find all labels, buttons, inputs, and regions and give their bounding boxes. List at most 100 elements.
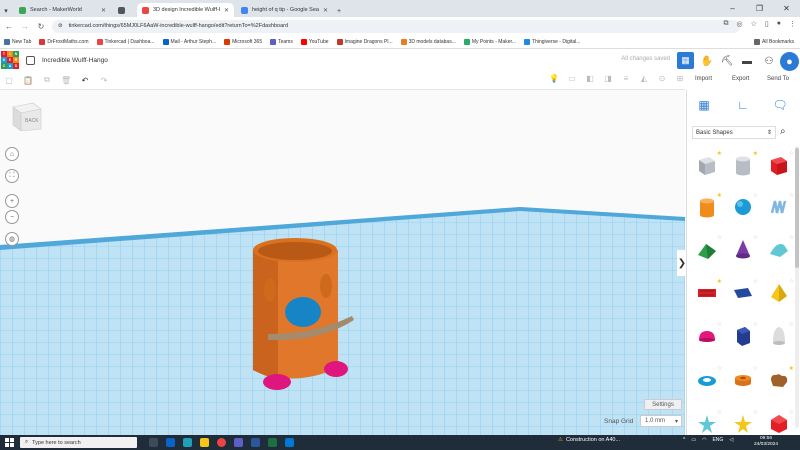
maximize-icon[interactable]: ❐ — [746, 0, 773, 17]
undo-icon[interactable]: ↶ — [80, 76, 90, 85]
shape-heart[interactable]: ★ — [766, 365, 794, 393]
user-avatar[interactable]: ● — [780, 52, 799, 71]
note-icon[interactable]: ▭ — [567, 74, 577, 83]
forward-icon[interactable]: → — [20, 22, 30, 31]
shape-shape-generator[interactable]: ☆ — [730, 278, 758, 306]
shape-text[interactable]: ★ — [694, 278, 722, 306]
duplicate-icon[interactable]: ⧉ — [42, 75, 52, 85]
tab-search-icon[interactable]: ▾ — [0, 5, 12, 17]
star-icon[interactable]: ☆ — [789, 321, 794, 328]
outlook-app-icon[interactable] — [166, 438, 175, 447]
url-field[interactable]: ⊜ tinkercad.com/things/65MJ0LF6AaW-incre… — [52, 19, 740, 33]
bookmark-item[interactable]: Microsoft 365 — [224, 38, 262, 45]
star-icon[interactable]: ★ — [717, 192, 722, 199]
ortho-view-icon[interactable]: ◍ — [5, 232, 19, 246]
outlook2-app-icon[interactable] — [285, 438, 294, 447]
shape-roof[interactable]: ☆ — [694, 235, 722, 262]
design-menu-icon[interactable] — [26, 55, 35, 65]
star-icon[interactable]: ☆ — [717, 321, 722, 328]
workplane-viewport[interactable]: BACK ⌂ ⛶ + − ◍ Settings Snap Grid 1.0 mm… — [0, 90, 685, 435]
star-icon[interactable]: ☆ — [753, 278, 758, 285]
star-icon[interactable]: ☆ — [753, 365, 758, 372]
back-icon[interactable]: ← — [4, 22, 14, 31]
profile-icon[interactable]: ● — [777, 20, 781, 28]
group-icon[interactable]: ◧ — [585, 74, 595, 83]
briefcase-icon[interactable]: ▬ — [740, 54, 754, 68]
bookmark-star-icon[interactable]: ☆ — [751, 20, 757, 28]
bookmark-item[interactable]: Imagine Dragons Pl... — [336, 38, 393, 45]
windows-start-icon[interactable] — [2, 435, 16, 450]
shape-paraboloid[interactable]: ☆ — [766, 321, 794, 349]
add-user-icon[interactable]: ⚇ — [762, 54, 776, 68]
shape-search-icon[interactable]: ⌕ — [780, 126, 786, 137]
browser-tab[interactable]: height of q tip - Google Search ✕ — [236, 3, 333, 17]
star-icon[interactable]: ☆ — [717, 365, 722, 372]
bookmark-item[interactable]: My Points - Maker... — [463, 38, 516, 45]
star-icon[interactable]: ☆ — [753, 234, 758, 241]
tab-close-icon[interactable]: ✕ — [101, 7, 106, 14]
shape-cone[interactable]: ☆ — [730, 234, 758, 262]
tab-close-icon[interactable]: ✕ — [224, 7, 229, 14]
open-in-app-icon[interactable]: ⧉ — [724, 20, 729, 28]
task-view-icon[interactable] — [149, 438, 158, 447]
bookmark-item[interactable]: DrFrostMaths.com — [39, 38, 89, 45]
shape-star[interactable]: ☆ — [694, 409, 722, 435]
browser-tab[interactable] — [113, 3, 135, 17]
star-icon[interactable]: ★ — [717, 150, 722, 157]
align-icon[interactable]: ≡ — [621, 74, 631, 83]
minimize-icon[interactable]: – — [719, 0, 746, 17]
file-explorer-icon[interactable] — [200, 438, 209, 447]
star-icon[interactable]: ☆ — [753, 409, 758, 416]
shape-category-select[interactable]: Basic Shapes ⇕ — [692, 126, 776, 139]
edge-app-icon[interactable] — [183, 438, 192, 447]
zoom-in-icon[interactable]: + — [5, 194, 19, 208]
star-icon[interactable]: ☆ — [753, 321, 758, 328]
bookmark-item[interactable]: Thingiverse - Digital... — [524, 38, 580, 45]
cruise-icon[interactable]: ⊙ — [657, 74, 667, 83]
excel-app-icon[interactable] — [268, 438, 277, 447]
star-icon[interactable]: ★ — [717, 278, 722, 285]
all-bookmarks[interactable]: All Bookmarks — [754, 38, 794, 45]
view-icon[interactable]: ⊞ — [675, 74, 685, 83]
workplane-icon[interactable]: ▦ — [695, 96, 713, 114]
battery-icon[interactable]: ▭ — [691, 437, 696, 443]
bookmark-item[interactable]: Tinkercad | Dashboa... — [96, 38, 155, 45]
shape-cylinder[interactable]: ★ — [694, 192, 722, 220]
star-icon[interactable]: ☆ — [717, 409, 722, 416]
shape-box[interactable]: ☆ — [766, 151, 794, 178]
blocks-icon[interactable]: ⛏ — [720, 54, 734, 68]
news-widget[interactable]: ⚠ Construction on A40... — [558, 437, 620, 443]
zoom-out-icon[interactable]: − — [5, 210, 19, 224]
notes-icon[interactable]: 🗨 — [771, 96, 789, 114]
workplane-canvas[interactable] — [0, 90, 685, 435]
star-icon[interactable]: ★ — [753, 150, 758, 157]
star-icon[interactable]: ★ — [789, 365, 794, 372]
chrome-app-icon[interactable] — [217, 438, 226, 447]
site-info-icon[interactable]: ⊜ — [58, 23, 63, 29]
side-panel-icon[interactable]: ▯ — [765, 20, 769, 28]
shape-pyramid[interactable]: ☆ — [766, 278, 794, 306]
shape-torus[interactable]: ☆ — [694, 365, 722, 393]
shape-half-sphere[interactable]: ☆ — [694, 321, 722, 349]
delete-icon[interactable]: 🗑 — [61, 76, 71, 85]
new-tab-button[interactable]: + — [333, 5, 345, 17]
wifi-icon[interactable]: ◠ — [702, 437, 706, 443]
chrome-menu-icon[interactable]: ⋮ — [789, 20, 796, 28]
word-app-icon[interactable] — [251, 438, 260, 447]
taskbar-search[interactable]: ⌕ Type here to search — [20, 437, 137, 448]
light-bulb-icon[interactable]: 💡 — [549, 74, 559, 83]
star-icon[interactable]: ☆ — [789, 278, 794, 285]
ruler-icon[interactable]: ∟ — [734, 96, 752, 114]
view-cube[interactable]: BACK — [11, 101, 43, 131]
close-window-icon[interactable]: ✕ — [773, 0, 800, 17]
bookmark-item[interactable]: 3D models databas... — [400, 38, 456, 45]
snap-grid-select[interactable]: 1.0 mm ▾ — [640, 415, 682, 427]
tinker-hand-icon[interactable]: ✋ — [700, 54, 714, 68]
bookmark-item[interactable]: YouTube — [300, 38, 329, 45]
ungroup-icon[interactable]: ◨ — [603, 74, 613, 83]
star-icon[interactable]: ☆ — [789, 409, 794, 416]
volume-icon[interactable]: ◁ — [729, 437, 733, 443]
eye-off-icon[interactable]: ◎ — [737, 20, 743, 28]
tray-expand-icon[interactable]: ^ — [683, 437, 685, 443]
tinkercad-logo[interactable]: TIN KER CAD — [1, 51, 19, 69]
